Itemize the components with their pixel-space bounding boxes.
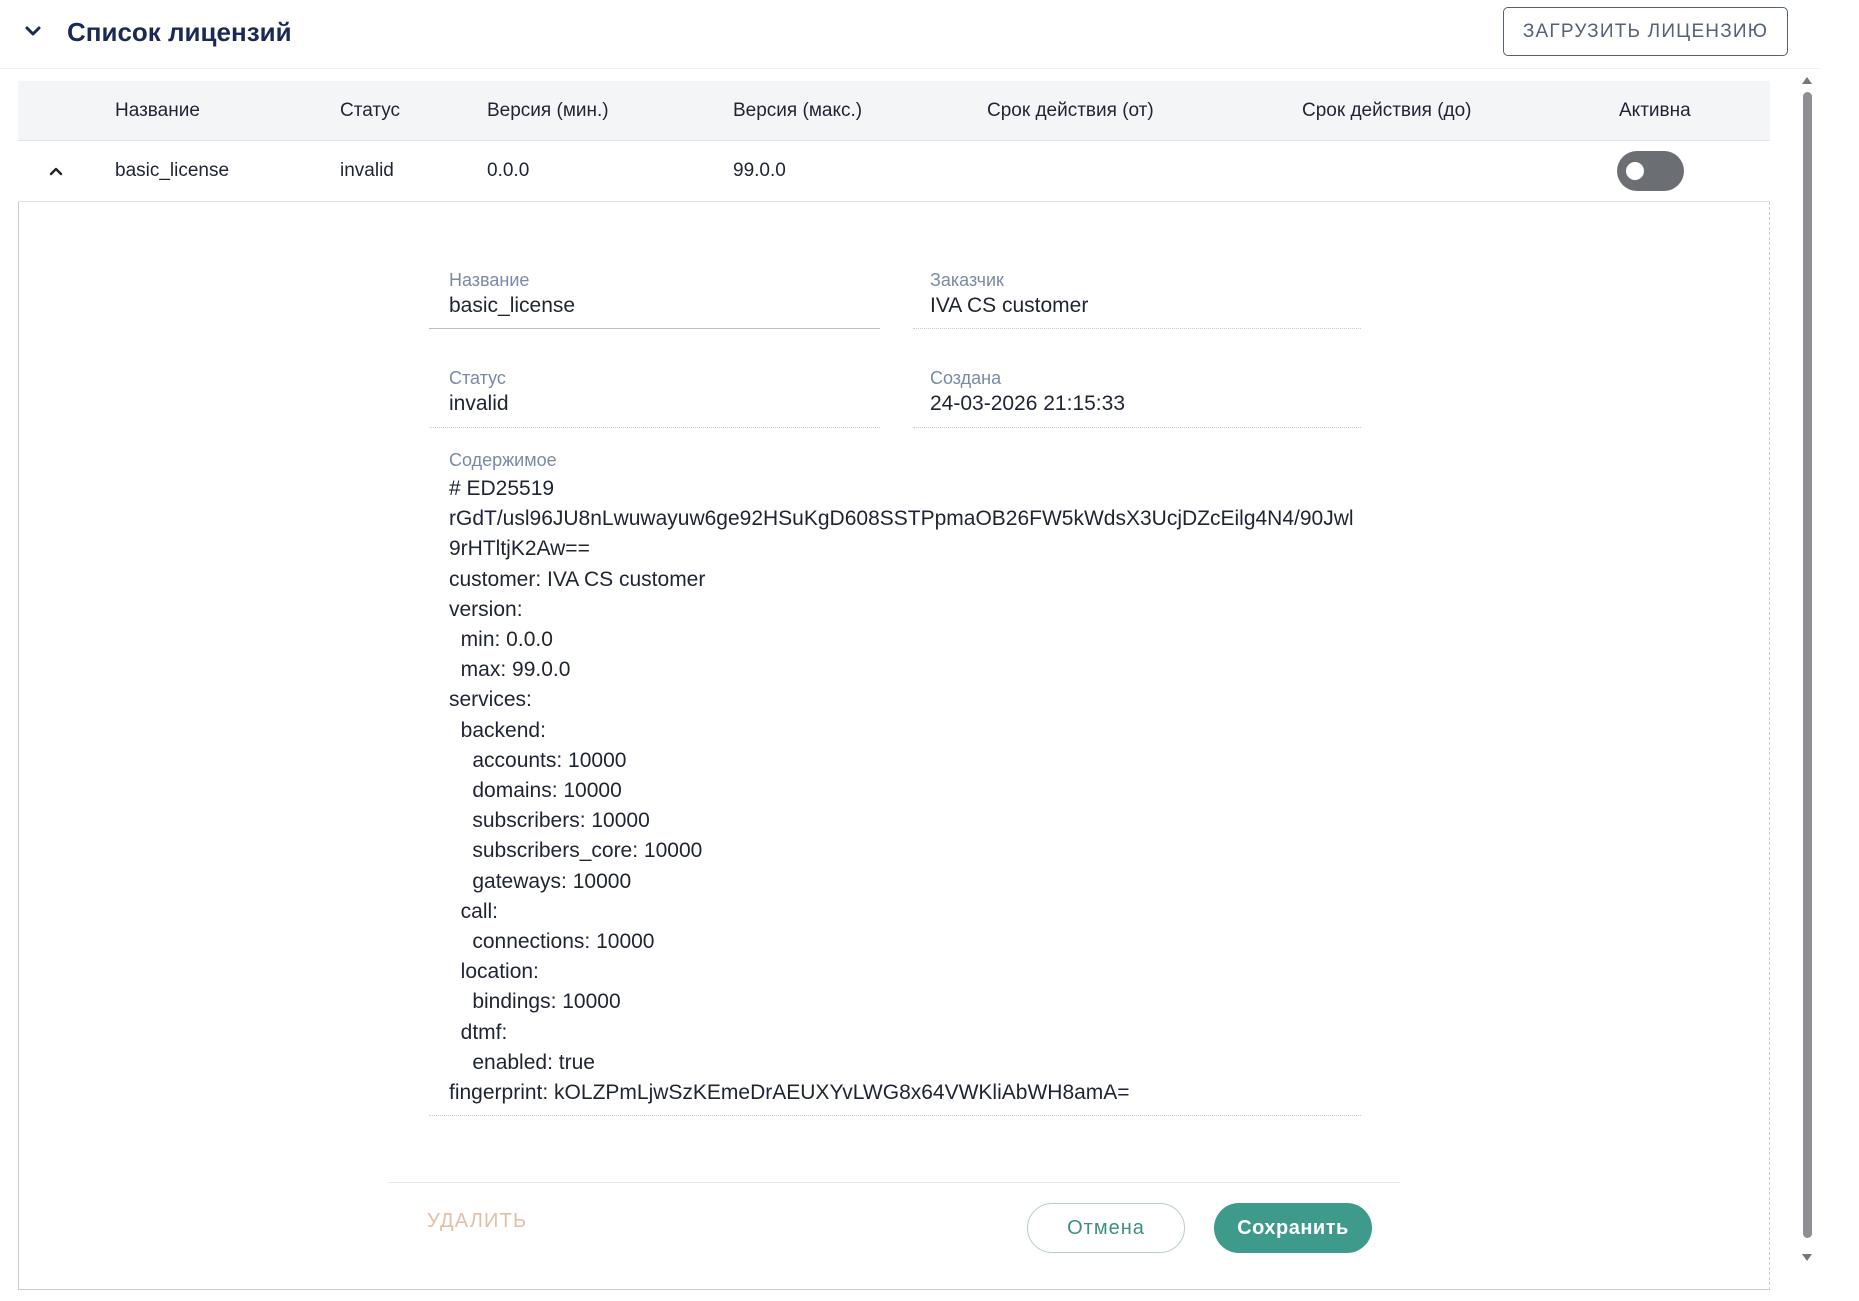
chevron-up-icon[interactable]	[47, 162, 65, 180]
toggle-knob	[1626, 162, 1644, 180]
customer-field-label: Заказчик	[930, 270, 1004, 290]
scrollbar-thumb[interactable]	[1803, 92, 1812, 1238]
chevron-down-icon[interactable]	[22, 20, 44, 42]
page-title: Список лицензий	[67, 17, 292, 47]
name-field[interactable]: basic_license	[449, 294, 575, 318]
cell-name: basic_license	[115, 160, 230, 181]
created-field-underline	[913, 427, 1361, 428]
actions-divider	[388, 1182, 1400, 1183]
column-header-status[interactable]: Статус	[340, 81, 400, 140]
cell-version-min: 0.0.0	[487, 160, 530, 181]
scroll-up-arrow-icon[interactable]	[1802, 77, 1812, 84]
cell-status: invalid	[340, 160, 394, 181]
content-field: # ED25519 rGdT/usl96JU8nLwuwayuw6ge92HSu…	[449, 477, 1354, 1105]
status-field: invalid	[449, 392, 509, 415]
upload-license-button[interactable]: ЗАГРУЗИТЬ ЛИЦЕНЗИЮ	[1503, 7, 1788, 56]
customer-field-underline	[913, 328, 1361, 329]
name-field-label: Название	[449, 270, 530, 290]
column-header-version-max[interactable]: Версия (макс.)	[733, 81, 862, 140]
created-field: 24-03-2026 21:15:33	[930, 392, 1125, 415]
content-field-underline	[429, 1115, 1361, 1116]
column-header-version-min[interactable]: Версия (мин.)	[487, 81, 609, 140]
table-header	[18, 81, 1770, 141]
cancel-button[interactable]: Отмена	[1027, 1203, 1185, 1253]
column-header-valid-to[interactable]: Срок действия (до)	[1302, 81, 1472, 140]
table-row[interactable]	[18, 140, 1770, 202]
content-field-label: Содержимое	[449, 450, 557, 470]
scroll-down-arrow-icon[interactable]	[1802, 1254, 1812, 1261]
customer-field: IVA CS customer	[930, 294, 1089, 317]
save-button[interactable]: Сохранить	[1214, 1203, 1372, 1253]
status-field-label: Статус	[449, 368, 506, 388]
cell-version-max: 99.0.0	[733, 160, 786, 181]
active-toggle[interactable]	[1617, 151, 1684, 191]
column-header-valid-from[interactable]: Срок действия (от)	[987, 81, 1154, 140]
name-field-underline	[429, 328, 880, 329]
status-field-underline	[429, 427, 880, 428]
column-header-name[interactable]: Название	[115, 81, 200, 140]
created-field-label: Создана	[930, 368, 1002, 388]
delete-button[interactable]: УДАЛИТЬ	[427, 1210, 527, 1233]
column-header-active[interactable]: Активна	[1619, 81, 1691, 140]
